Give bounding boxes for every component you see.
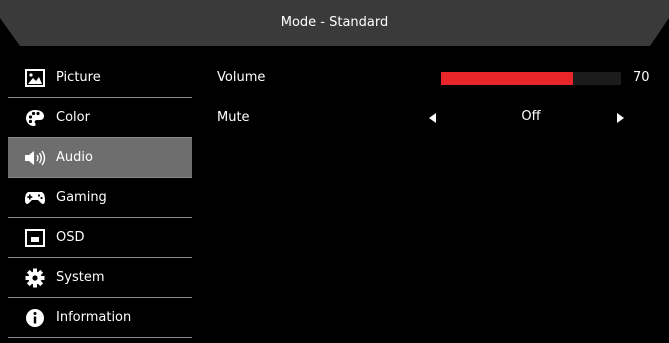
sidebar-item-osd[interactable]: OSD xyxy=(8,218,192,258)
sidebar-item-label: Audio xyxy=(56,150,93,165)
gamepad-icon xyxy=(24,187,46,209)
sidebar-item-label: Picture xyxy=(56,70,101,85)
mode-title: Mode - Standard xyxy=(280,15,389,30)
arrow-left-icon[interactable] xyxy=(429,112,437,127)
speaker-icon xyxy=(24,147,46,169)
arrow-right-icon[interactable] xyxy=(616,112,624,127)
osd-header: Mode - Standard xyxy=(0,0,669,46)
volume-value: 70 xyxy=(633,70,650,85)
sidebar-item-system[interactable]: System xyxy=(8,258,192,298)
sidebar-item-label: Color xyxy=(56,110,90,125)
sidebar-item-color[interactable]: Color xyxy=(8,98,192,138)
sidebar-item-label: OSD xyxy=(56,230,85,245)
info-icon xyxy=(24,307,46,329)
sidebar-item-label: Information xyxy=(56,310,132,325)
sidebar-menu: Picture Color Audio Gaming OSD System In… xyxy=(8,58,192,338)
volume-label: Volume xyxy=(217,70,266,85)
sidebar-item-gaming[interactable]: Gaming xyxy=(8,178,192,218)
sidebar-item-audio[interactable]: Audio xyxy=(8,138,192,178)
volume-slider-fill xyxy=(441,72,574,85)
sidebar-item-information[interactable]: Information xyxy=(8,298,192,338)
mute-label: Mute xyxy=(217,110,250,125)
gear-icon xyxy=(24,267,46,289)
osd-icon xyxy=(24,227,46,249)
sidebar-item-label: System xyxy=(56,270,105,285)
palette-icon xyxy=(24,107,46,129)
sidebar-item-label: Gaming xyxy=(56,190,107,205)
sidebar-item-picture[interactable]: Picture xyxy=(8,58,192,98)
mute-value: Off xyxy=(521,109,541,124)
volume-slider[interactable] xyxy=(441,72,621,85)
picture-icon xyxy=(24,67,46,89)
